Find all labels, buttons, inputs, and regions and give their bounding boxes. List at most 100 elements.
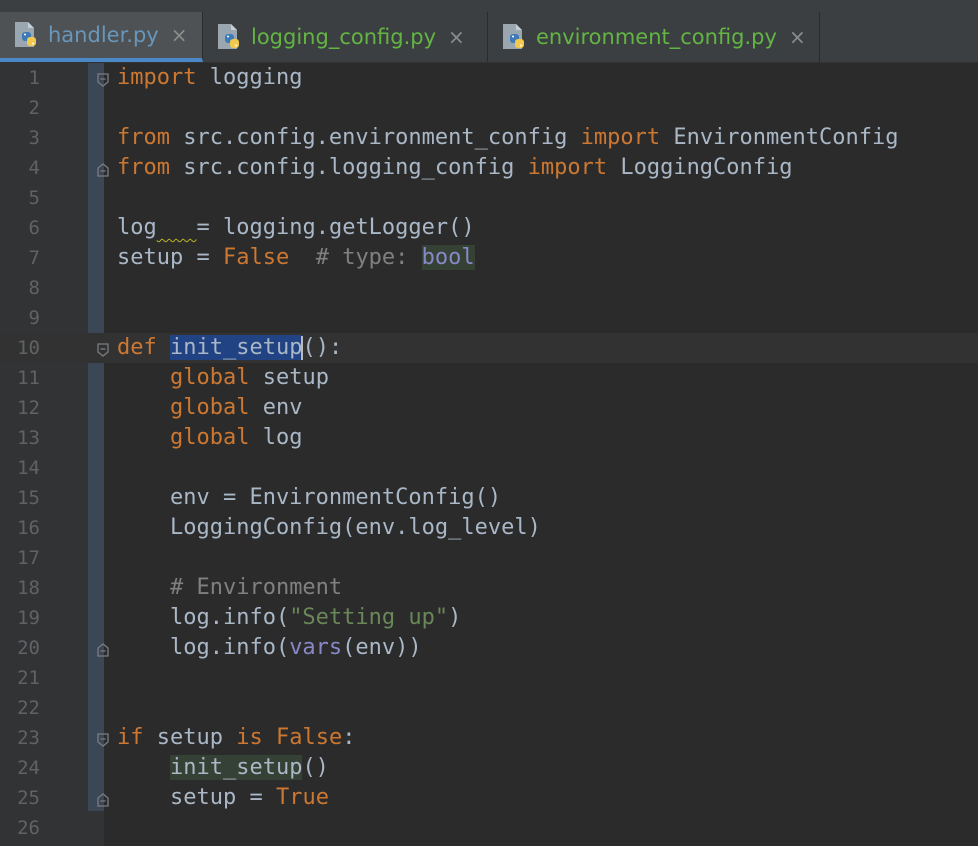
line-number: 18 xyxy=(17,577,40,599)
code-line[interactable]: 7 setup = False # type: bool xyxy=(0,243,978,273)
code-token: global xyxy=(169,425,250,450)
editor-tab-bar: handler.py × logging_config.py × environment… xyxy=(0,12,978,63)
fold-close-icon[interactable] xyxy=(97,642,109,657)
code-text: LoggingConfig(env.log_level) xyxy=(117,513,541,543)
ide-window: handler.py × logging_config.py × environment… xyxy=(0,0,978,846)
code-line[interactable]: 20 log.info(vars(env)) xyxy=(0,633,978,663)
code-token: EnvironmentConfig xyxy=(660,125,899,150)
code-token: global xyxy=(169,395,250,420)
code-line[interactable]: 14 xyxy=(0,453,978,483)
code-token: log xyxy=(117,215,157,240)
code-token: env xyxy=(249,395,303,420)
line-number: 12 xyxy=(17,397,40,419)
line-number: 23 xyxy=(17,727,40,749)
code-token: : xyxy=(342,725,356,750)
code-line[interactable]: 4 from src.config.logging_config import L… xyxy=(0,153,978,183)
code-text: global log xyxy=(117,423,302,453)
code-line[interactable]: 10 def init_setup(): xyxy=(0,333,978,363)
code-token: if xyxy=(117,725,144,750)
close-icon[interactable]: × xyxy=(171,23,188,47)
code-line[interactable]: 6 log = logging.getLogger() xyxy=(0,213,978,243)
fold-close-icon[interactable] xyxy=(97,792,109,807)
line-number: 25 xyxy=(17,787,40,809)
code-token: def xyxy=(117,335,157,360)
code-text: env = EnvironmentConfig() xyxy=(117,483,501,513)
close-icon[interactable]: × xyxy=(448,25,465,49)
code-token: setup = xyxy=(117,785,276,810)
code-line[interactable]: 15 env = EnvironmentConfig() xyxy=(0,483,978,513)
code-token: () xyxy=(302,755,329,780)
line-number: 13 xyxy=(17,427,40,449)
code-text: # Environment xyxy=(117,573,342,603)
code-token: src.config.logging_config xyxy=(169,155,528,180)
code-line[interactable]: 3 from src.config.environment_config impo… xyxy=(0,123,978,153)
fold-open-icon[interactable] xyxy=(97,342,109,357)
code-line[interactable]: 24 init_setup() xyxy=(0,753,978,783)
code-line[interactable]: 18 # Environment xyxy=(0,573,978,603)
code-token: log.info( xyxy=(117,635,290,660)
code-token: ) xyxy=(448,605,462,630)
line-number: 14 xyxy=(17,457,40,479)
code-line[interactable]: 9 xyxy=(0,303,978,333)
code-token: init_setup xyxy=(169,755,303,780)
code-line[interactable]: 19 log.info("Setting up") xyxy=(0,603,978,633)
code-text: log = logging.getLogger() xyxy=(117,213,475,243)
code-token: # Environment xyxy=(169,575,343,600)
tab-1[interactable]: logging_config.py × xyxy=(203,12,488,62)
code-token: False xyxy=(275,725,343,750)
code-token: env = EnvironmentConfig() xyxy=(117,485,502,510)
code-line[interactable]: 11 global setup xyxy=(0,363,978,393)
tab-label: handler.py xyxy=(48,23,159,47)
line-number: 15 xyxy=(17,487,40,509)
code-line[interactable]: 2 xyxy=(0,93,978,123)
tab-0[interactable]: handler.py × xyxy=(0,12,203,62)
fold-open-icon[interactable] xyxy=(97,732,109,747)
code-line[interactable]: 23 if setup is False: xyxy=(0,723,978,753)
line-number: 11 xyxy=(17,367,40,389)
code-token: "Setting up" xyxy=(289,605,449,630)
code-line[interactable]: 5 xyxy=(0,183,978,213)
fold-close-icon[interactable] xyxy=(97,162,109,177)
code-line[interactable]: 26 xyxy=(0,813,978,843)
code-token: from xyxy=(117,125,170,150)
code-token: is xyxy=(236,725,263,750)
code-token: bool xyxy=(421,245,475,270)
line-number: 22 xyxy=(17,697,40,719)
line-number: 8 xyxy=(28,277,40,299)
code-line[interactable]: 17 xyxy=(0,543,978,573)
code-token: global xyxy=(169,365,250,390)
code-token: (): xyxy=(302,335,343,360)
code-line[interactable]: 22 xyxy=(0,693,978,723)
code-token: src.config.environment_config xyxy=(169,125,581,150)
code-token: log xyxy=(249,425,303,450)
code-line[interactable]: 1 import logging xyxy=(0,63,978,93)
tab-2[interactable]: environment_config.py × xyxy=(488,12,820,62)
python-file-icon xyxy=(12,20,42,50)
code-token: LoggingConfig(env.log_level) xyxy=(117,515,541,540)
line-number: 1 xyxy=(28,67,40,89)
code-token: LoggingConfig xyxy=(607,155,793,180)
code-line[interactable]: 8 xyxy=(0,273,978,303)
code-token: vars xyxy=(289,635,343,660)
line-number: 24 xyxy=(17,757,40,779)
code-text: global env xyxy=(117,393,302,423)
code-text: from src.config.environment_config impor… xyxy=(117,123,899,153)
code-editor[interactable]: 1 import logging 2 3 from src.config.environ… xyxy=(0,63,978,846)
code-line[interactable]: 25 setup = True xyxy=(0,783,978,813)
code-token: False xyxy=(222,245,290,270)
fold-open-icon[interactable] xyxy=(97,72,109,87)
code-line[interactable]: 13 global log xyxy=(0,423,978,453)
line-number: 9 xyxy=(28,307,40,329)
close-icon[interactable]: × xyxy=(789,25,806,49)
code-line[interactable]: 12 global env xyxy=(0,393,978,423)
line-number: 7 xyxy=(28,247,40,269)
code-token: log.info( xyxy=(117,605,290,630)
code-line[interactable]: 16 LoggingConfig(env.log_level) xyxy=(0,513,978,543)
code-line[interactable]: 21 xyxy=(0,663,978,693)
code-text: def init_setup(): xyxy=(117,333,342,363)
